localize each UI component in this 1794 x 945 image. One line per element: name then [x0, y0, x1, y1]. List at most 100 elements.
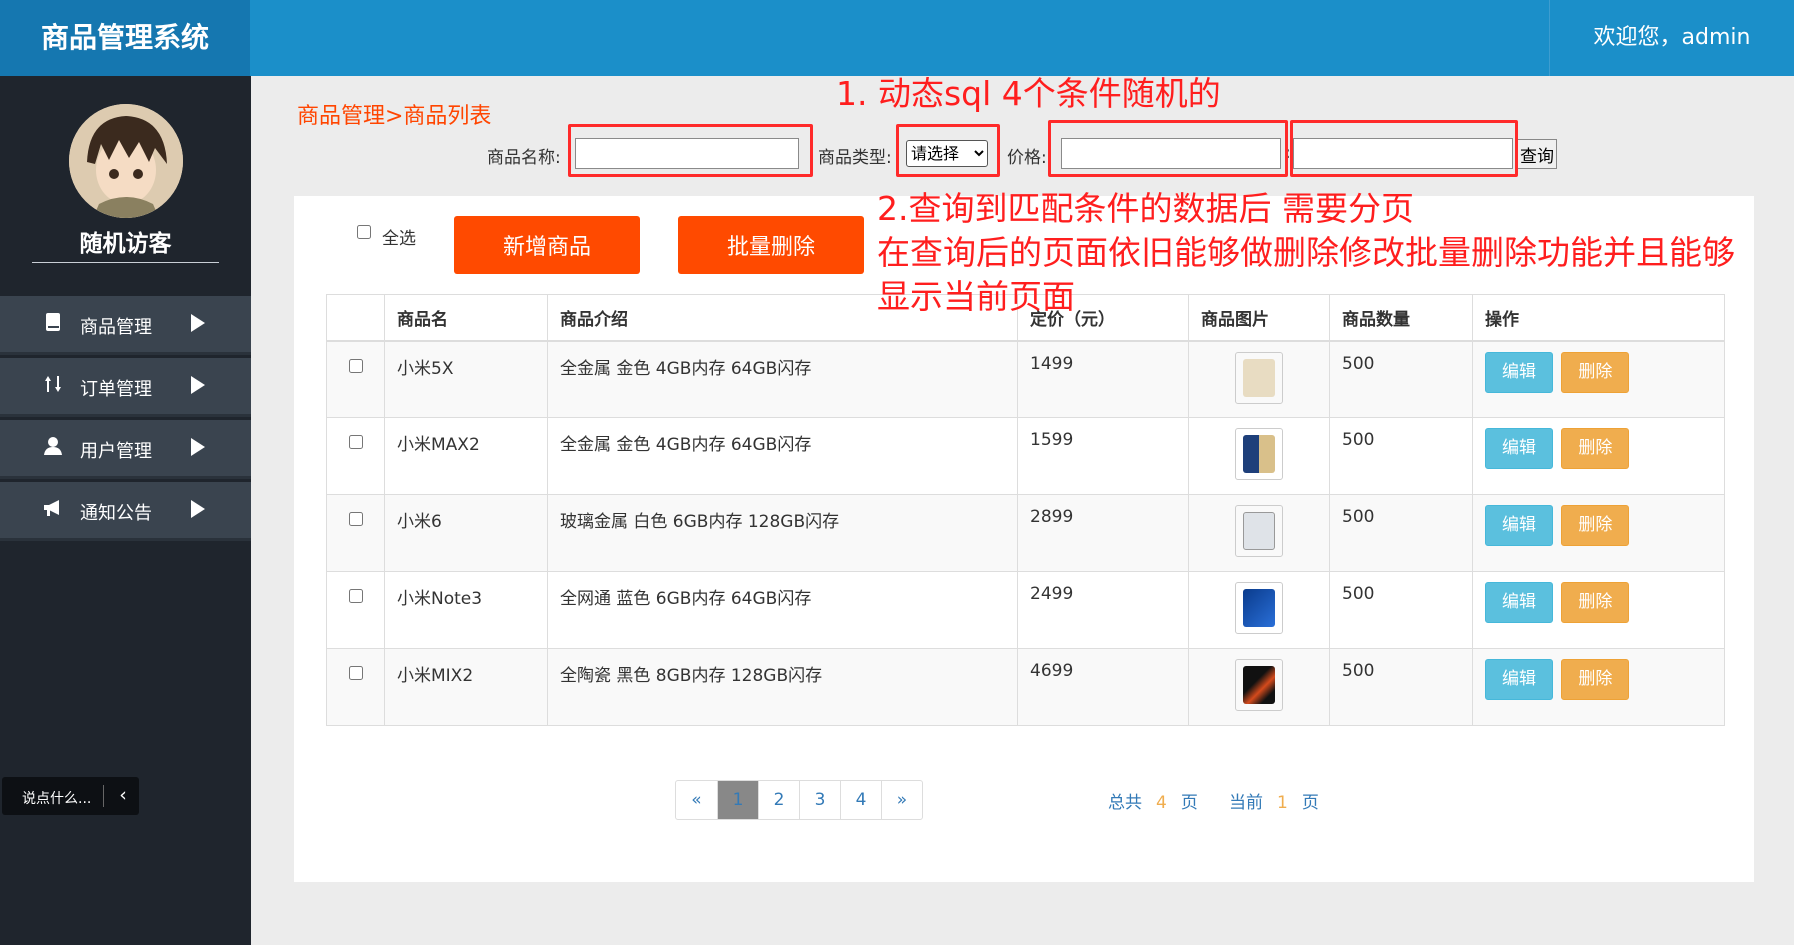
edit-button[interactable]: 编辑 — [1485, 428, 1553, 469]
edit-button[interactable]: 编辑 — [1485, 351, 1553, 393]
triangle-right-icon — [191, 376, 205, 394]
row-checkbox-cell — [326, 340, 385, 418]
table-row: 小米MAX2 全金属 金色 4GB内存 64GB闪存 1599 500 编辑 删… — [326, 417, 1725, 495]
annotation-box-price-max — [1290, 120, 1518, 177]
select-all-label: 全选 — [382, 229, 416, 249]
user-icon — [42, 436, 64, 460]
product-table: 商品名 商品介绍 定价（元） 商品图片 商品数量 操作 小米5X 全金属 金色 … — [326, 294, 1725, 726]
delete-button[interactable]: 删除 — [1561, 351, 1630, 393]
sidebar-item-label: 通知公告 — [80, 503, 152, 524]
triangle-right-icon — [191, 314, 205, 332]
select-all-checkbox[interactable] — [357, 225, 371, 239]
triangle-right-icon — [191, 438, 205, 456]
column-header — [326, 294, 385, 342]
sidebar-item-users[interactable]: 用户管理 — [0, 420, 251, 479]
page-link-2[interactable]: 2 — [758, 781, 799, 819]
batch-delete-button[interactable]: 批量删除 — [678, 216, 864, 274]
row-checkbox[interactable] — [348, 512, 363, 526]
welcome-text: 欢迎您，admin — [1549, 0, 1794, 76]
product-qty-cell: 500 — [1329, 494, 1473, 572]
product-name-cell: 小米MAX2 — [384, 417, 548, 495]
edit-button[interactable]: 编辑 — [1485, 505, 1553, 546]
app-title: 商品管理系统 — [0, 0, 250, 76]
product-price-cell: 1499 — [1017, 340, 1189, 418]
annotation-box-name — [568, 124, 813, 177]
page-link-3[interactable]: 3 — [799, 781, 840, 819]
page-link-4[interactable]: 4 — [840, 781, 881, 819]
product-image-cell — [1188, 648, 1330, 726]
row-checkbox-cell — [326, 417, 385, 495]
column-header: 操作 — [1472, 294, 1725, 342]
annotation-note-1: 1. 动态sql 4个条件随机的 — [836, 74, 1221, 113]
current-page-value: 1 — [1277, 793, 1288, 813]
sidebar-item-label: 商品管理 — [80, 317, 152, 338]
current-page-info: 当前 1 页 — [1229, 788, 1319, 813]
page-link-1[interactable]: 1 — [717, 781, 758, 819]
delete-button[interactable]: 删除 — [1561, 582, 1630, 623]
product-desc-cell: 全网通 蓝色 6GB内存 64GB闪存 — [547, 571, 1018, 649]
actions-cell: 编辑 删除 — [1472, 340, 1725, 418]
column-header: 商品数量 — [1329, 294, 1473, 342]
annotation-note-2-line-1: 2.查询到匹配条件的数据后 需要分页 — [877, 189, 1414, 228]
delete-button[interactable]: 删除 — [1561, 428, 1630, 469]
page-next-link[interactable]: » — [881, 781, 922, 819]
column-header: 商品名 — [384, 294, 548, 342]
row-checkbox-cell — [326, 494, 385, 572]
row-checkbox-cell — [326, 571, 385, 649]
triangle-right-icon — [191, 500, 205, 518]
sidebar-item-notices[interactable]: 通知公告 — [0, 482, 251, 541]
phone-image — [1235, 351, 1283, 404]
sidebar-item-label: 用户管理 — [80, 441, 152, 462]
annotation-note-2-line-3: 显示当前页面 — [877, 277, 1075, 316]
edit-button[interactable]: 编辑 — [1485, 659, 1553, 700]
product-image-cell — [1188, 571, 1330, 649]
top-header: 商品管理系统 欢迎您，admin — [0, 0, 1794, 76]
product-name-cell: 小米6 — [384, 494, 548, 572]
sidebar-item-orders[interactable]: 订单管理 — [0, 358, 251, 417]
product-desc-cell: 全陶瓷 黑色 8GB内存 128GB闪存 — [547, 648, 1018, 726]
product-price-cell: 4699 — [1017, 648, 1189, 726]
sidebar: 随机访客 商品管理 订单管理 用户管理 通知公告 说点什么... ‹ — [0, 76, 251, 945]
row-checkbox[interactable] — [348, 435, 363, 449]
annotation-note-2-line-2: 在查询后的页面依旧能够做删除修改批量删除功能并且能够 — [877, 233, 1735, 272]
phone-image — [1235, 659, 1283, 711]
sort-arrows-icon — [42, 374, 64, 398]
search-button[interactable]: 查询 — [1517, 139, 1557, 169]
product-image-cell — [1188, 340, 1330, 418]
product-price-cell: 1599 — [1017, 417, 1189, 495]
chevron-left-icon[interactable]: ‹ — [112, 783, 134, 807]
total-pages-info: 总共 4 页 — [1108, 788, 1198, 813]
chat-label: 说点什么... — [22, 791, 92, 807]
page-prev-link[interactable]: « — [676, 781, 717, 819]
edit-button[interactable]: 编辑 — [1485, 582, 1553, 623]
table-row: 小米Note3 全网通 蓝色 6GB内存 64GB闪存 2499 500 编辑 … — [326, 571, 1725, 649]
product-qty-cell: 500 — [1329, 417, 1473, 495]
sidebar-item-label: 订单管理 — [80, 379, 152, 400]
divider — [103, 785, 104, 807]
product-type-label: 商品类型: — [818, 148, 892, 168]
divider — [32, 262, 219, 263]
product-qty-cell: 500 — [1329, 340, 1473, 418]
user-name: 随机访客 — [79, 231, 172, 257]
pagination: « 1 2 3 4 » — [675, 780, 923, 820]
product-price-cell: 2499 — [1017, 571, 1189, 649]
actions-cell: 编辑 删除 — [1472, 571, 1725, 649]
add-product-button[interactable]: 新增商品 — [454, 216, 640, 274]
annotation-box-type — [896, 124, 1000, 177]
chat-widget[interactable]: 说点什么... ‹ — [2, 777, 139, 815]
actions-cell: 编辑 删除 — [1472, 417, 1725, 495]
book-icon — [42, 312, 64, 336]
total-pages-value: 4 — [1156, 793, 1167, 813]
phone-image — [1235, 428, 1283, 480]
user-avatar — [69, 104, 183, 218]
row-checkbox[interactable] — [348, 589, 363, 603]
product-name-cell: 小米5X — [384, 340, 548, 418]
row-checkbox[interactable] — [348, 358, 363, 373]
delete-button[interactable]: 删除 — [1561, 505, 1630, 546]
sidebar-item-products[interactable]: 商品管理 — [0, 296, 251, 355]
product-qty-cell: 500 — [1329, 648, 1473, 726]
row-checkbox[interactable] — [348, 666, 363, 680]
product-desc-cell: 全金属 金色 4GB内存 64GB闪存 — [547, 340, 1018, 418]
phone-image — [1235, 582, 1283, 634]
delete-button[interactable]: 删除 — [1561, 659, 1630, 700]
